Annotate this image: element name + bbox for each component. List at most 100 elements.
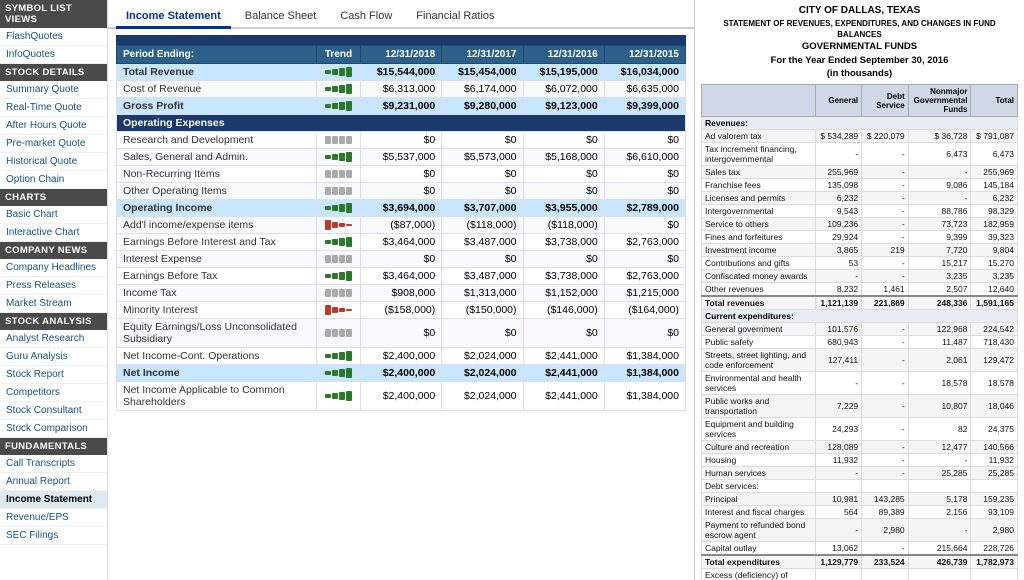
trend-cell: [317, 251, 361, 268]
income-row-value-3: $3,707,000: [442, 200, 523, 217]
income-row-label: Gross Profit: [117, 98, 317, 115]
right-table-row: Tax increment financing, intergovernment…: [702, 143, 1018, 166]
income-row-value-5: $0: [604, 319, 685, 348]
right-row-label: Principal: [702, 493, 816, 506]
income-row-value-3: $2,024,000: [442, 365, 523, 382]
right-row-value-1: 7,229: [815, 395, 862, 418]
sidebar-item-analyst-research[interactable]: Analyst Research: [0, 330, 107, 348]
income-row-value-2: $5,537,000: [361, 149, 442, 166]
sidebar-item-infoquotes[interactable]: InfoQuotes: [0, 46, 107, 64]
right-row-value-2: 221,869: [862, 296, 909, 310]
income-row-value-4: $9,123,000: [523, 98, 604, 115]
sidebar-item-sec-filings[interactable]: SEC Filings: [0, 527, 107, 545]
sidebar-item-press-releases[interactable]: Press Releases: [0, 277, 107, 295]
income-row-value-3: $3,487,000: [442, 234, 523, 251]
sidebar-item-market-stream[interactable]: Market Stream: [0, 295, 107, 313]
right-row-label: Total expenditures: [702, 555, 816, 569]
income-row-value-3: $0: [442, 319, 523, 348]
right-row-label: Human services: [702, 467, 816, 480]
right-row-label: Service to others: [702, 218, 816, 231]
income-row-label: Equity Earnings/Loss Unconsolidated Subs…: [117, 319, 317, 348]
right-row-value-3: 2,156: [908, 506, 971, 519]
right-title-line-4: (in thousands): [701, 67, 1018, 80]
right-col-0: General: [815, 85, 862, 117]
income-col-3: 12/31/2017: [442, 46, 523, 64]
right-row-value-2: -: [862, 192, 909, 205]
sidebar-item-basic-chart[interactable]: Basic Chart: [0, 206, 107, 224]
tab-balance-sheet[interactable]: Balance Sheet: [235, 6, 327, 29]
right-panel-title: CITY OF DALLAS, TEXASSTATEMENT OF REVENU…: [701, 4, 1018, 80]
right-row-value-1: 9,543: [815, 205, 862, 218]
sidebar-item-stock-comparison[interactable]: Stock Comparison: [0, 420, 107, 438]
sidebar-item-after-hours-quote[interactable]: After Hours Quote: [0, 117, 107, 135]
trend-cell: [317, 132, 361, 149]
right-row-value-1: 109,236: [815, 218, 862, 231]
right-row-value-4: 6,232: [971, 192, 1018, 205]
tab-financial-ratios[interactable]: Financial Ratios: [406, 6, 504, 29]
income-row-value-2: $0: [361, 183, 442, 200]
income-row-value-5: $0: [604, 183, 685, 200]
right-row-value-4: 129,472: [971, 349, 1018, 372]
income-row-label: Research and Development: [117, 132, 317, 149]
income-table-row: Interest Expense$0$0$0$0: [117, 251, 686, 268]
right-row-value-1: 53: [815, 257, 862, 270]
income-row-value-2: $2,400,000: [361, 365, 442, 382]
income-row-value-2: $908,000: [361, 285, 442, 302]
sidebar-item-interactive-chart[interactable]: Interactive Chart: [0, 224, 107, 242]
trend-cell: [317, 81, 361, 98]
right-row-value-3: 88,786: [908, 205, 971, 218]
right-row-value-3: -: [908, 454, 971, 467]
income-row-value-2: ($87,000): [361, 217, 442, 234]
sidebar-item-guru-analysis[interactable]: Guru Analysis: [0, 348, 107, 366]
income-row-value-2: $3,464,000: [361, 234, 442, 251]
sidebar-item-income-statement[interactable]: Income Statement: [0, 491, 107, 509]
sidebar-item-annual-report[interactable]: Annual Report: [0, 473, 107, 491]
right-row-value-4: 228,726: [971, 542, 1018, 556]
sidebar-item-stock-report[interactable]: Stock Report: [0, 366, 107, 384]
right-table-row: Sales tax255,969--255,969: [702, 166, 1018, 179]
right-row-value-2: -: [862, 231, 909, 244]
income-col-5: 12/31/2015: [604, 46, 685, 64]
trend-cell: [317, 268, 361, 285]
sidebar-item-revenue/eps[interactable]: Revenue/EPS: [0, 509, 107, 527]
sidebar-item-stock-consultant[interactable]: Stock Consultant: [0, 402, 107, 420]
income-table-row: Equity Earnings/Loss Unconsolidated Subs…: [117, 319, 686, 348]
income-row-label: Net Income-Cont. Operations: [117, 348, 317, 365]
right-row-value-3: 9,086: [908, 179, 971, 192]
sidebar-item-competitors[interactable]: Competitors: [0, 384, 107, 402]
right-row-value-4: 93,109: [971, 506, 1018, 519]
sidebar-item-historical-quote[interactable]: Historical Quote: [0, 153, 107, 171]
right-row-value-1: 29,924: [815, 231, 862, 244]
sidebar-item-summary-quote[interactable]: Summary Quote: [0, 81, 107, 99]
right-row-label: Public safety: [702, 336, 816, 349]
sidebar-item-pre-market-quote[interactable]: Pre-market Quote: [0, 135, 107, 153]
right-table-row: Human services--25,28525,285: [702, 467, 1018, 480]
income-table-row: Cost of Revenue$6,313,000$6,174,000$6,07…: [117, 81, 686, 98]
right-row-label: Equipment and building services: [702, 418, 816, 441]
sidebar-item-option-chain[interactable]: Option Chain: [0, 171, 107, 189]
right-table-row: Contributions and gifts53-15,21715,270: [702, 257, 1018, 270]
sidebar-item-company-headlines[interactable]: Company Headlines: [0, 259, 107, 277]
sidebar-item-flashquotes[interactable]: FlashQuotes: [0, 28, 107, 46]
right-row-value-1: 135,098: [815, 179, 862, 192]
right-row-value-3: 5,178: [908, 493, 971, 506]
income-row-value-4: $6,072,000: [523, 81, 604, 98]
income-row-value-4: $0: [523, 183, 604, 200]
right-row-label: Ad valorem tax: [702, 130, 816, 143]
income-row-value-4: $2,441,000: [523, 365, 604, 382]
right-row-value-3: 2,061: [908, 349, 971, 372]
right-col-2: Nonmajor Governmental Funds: [908, 85, 971, 117]
sidebar-item-real-time-quote[interactable]: Real-Time Quote: [0, 99, 107, 117]
tab-income-statement[interactable]: Income Statement: [116, 6, 231, 29]
income-row-value-4: ($146,000): [523, 302, 604, 319]
trend-cell: [317, 365, 361, 382]
right-row-value-2: -: [862, 257, 909, 270]
income-statement-area: Period Ending:Trend12/31/201812/31/20171…: [108, 29, 694, 580]
tab-cash-flow[interactable]: Cash Flow: [330, 6, 402, 29]
right-row-value-1: -: [815, 143, 862, 166]
income-table-row: Net Income-Cont. Operations$2,400,000$2,…: [117, 348, 686, 365]
income-row-value-2: $15,544,000: [361, 64, 442, 81]
right-section-label: Current expenditures:: [702, 310, 1018, 323]
income-table-row: Sales, General and Admin.$5,537,000$5,57…: [117, 149, 686, 166]
sidebar-item-call-transcripts[interactable]: Call Transcripts: [0, 455, 107, 473]
